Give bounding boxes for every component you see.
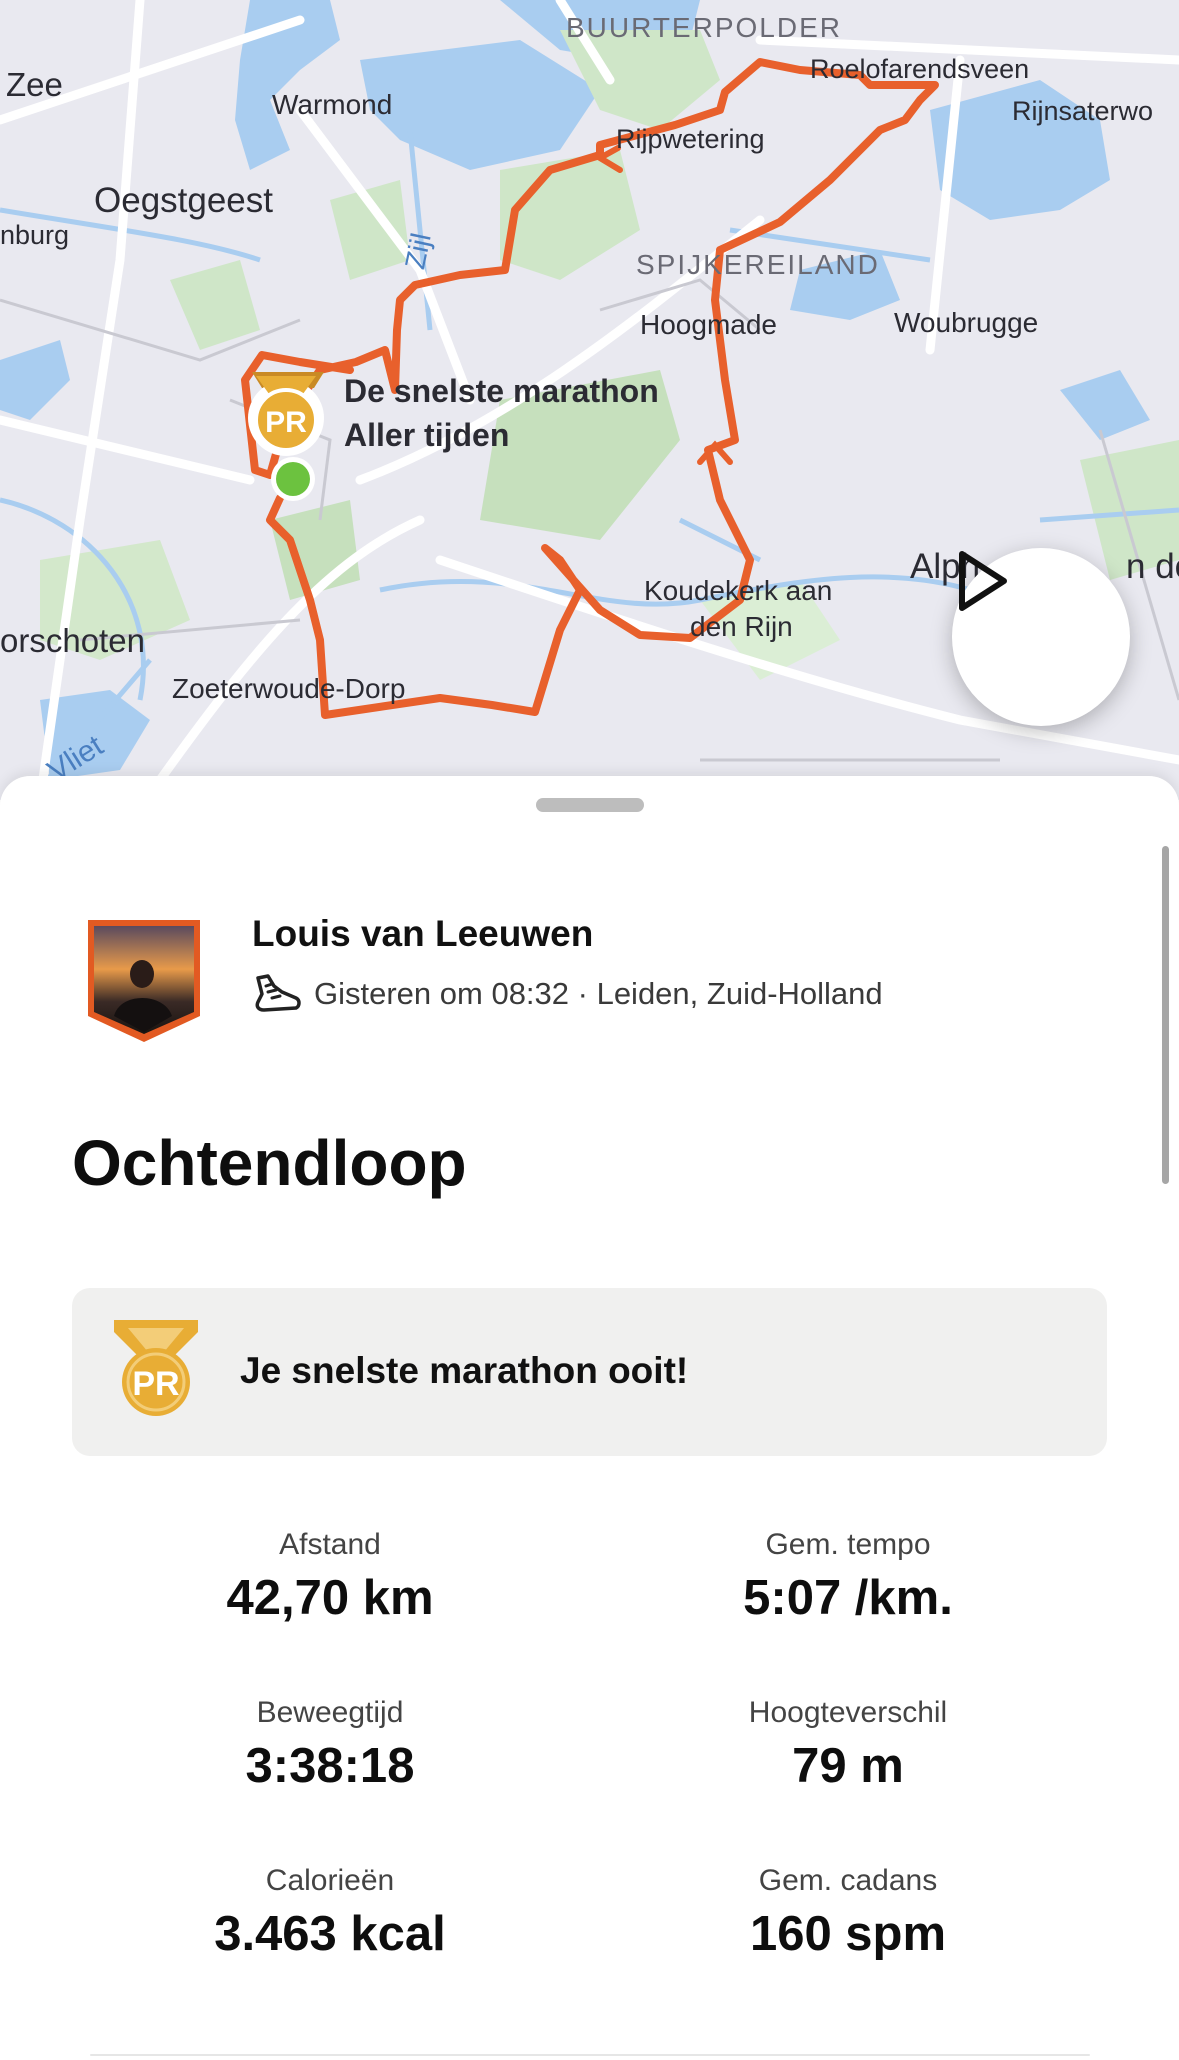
stat-value: 160 spm bbox=[749, 1907, 947, 1961]
activity-meta: Gisteren om 08:32 · Leiden, Zuid-Holland bbox=[252, 972, 883, 1016]
stat-label: Gem. cadans bbox=[758, 1864, 938, 1897]
map-label: BUURTERPOLDER bbox=[566, 12, 842, 43]
map-label: Zee bbox=[6, 66, 63, 103]
map-label: n de bbox=[1126, 547, 1179, 586]
map-label: Roelofarendsveen bbox=[810, 54, 1029, 84]
achievement-text: Je snelste marathon ooit! bbox=[240, 1350, 689, 1391]
stat-calories: Calorieën 3.463 kcal bbox=[70, 1864, 590, 1962]
stat-value: 3.463 kcal bbox=[214, 1907, 446, 1961]
map-label: Hoogmade bbox=[640, 309, 777, 340]
divider bbox=[90, 2054, 1090, 2056]
start-marker bbox=[276, 462, 310, 496]
stat-label: Gem. tempo bbox=[765, 1528, 931, 1561]
stat-cadence: Gem. cadans 160 spm bbox=[588, 1864, 1108, 1962]
map-label: den Rijn bbox=[690, 611, 793, 642]
stat-value: 3:38:18 bbox=[245, 1739, 415, 1793]
athlete-name[interactable]: Louis van Leeuwen bbox=[252, 913, 593, 955]
stat-label: Hoogteverschil bbox=[748, 1696, 948, 1729]
running-shoe-icon bbox=[255, 974, 301, 1012]
pr-segment-label: Aller tijden bbox=[344, 417, 509, 453]
activity-date-location: Gisteren om 08:32 · Leiden, Zuid-Holland bbox=[314, 976, 883, 1011]
stat-elevation: Hoogteverschil 79 m bbox=[588, 1696, 1108, 1794]
stat-label: Calorieën bbox=[265, 1864, 395, 1897]
map-label: Zoeterwoude-Dorp bbox=[172, 673, 405, 704]
play-flyby-button[interactable] bbox=[952, 548, 1130, 726]
sheet-drag-handle[interactable] bbox=[536, 798, 644, 812]
stat-label: Afstand bbox=[279, 1528, 381, 1561]
map-label: Rijpwetering bbox=[616, 124, 765, 154]
avatar[interactable] bbox=[84, 916, 204, 1046]
map-label: Warmond bbox=[272, 89, 392, 120]
stat-moving-time: Beweegtijd 3:38:18 bbox=[70, 1696, 590, 1794]
stat-value: 42,70 km bbox=[226, 1571, 434, 1625]
stat-avg-pace: Gem. tempo 5:07 /km. bbox=[588, 1528, 1108, 1626]
pr-segment-label: De snelste marathon bbox=[344, 373, 659, 409]
map-label: Rijnsaterwo bbox=[1012, 96, 1153, 126]
stat-distance: Afstand 42,70 km bbox=[70, 1528, 590, 1626]
stat-value: 5:07 /km. bbox=[743, 1571, 953, 1625]
map-label: Oegstgeest bbox=[94, 181, 273, 220]
map-label: Woubrugge bbox=[894, 307, 1038, 338]
pr-segment-marker[interactable]: PR bbox=[248, 372, 324, 456]
activity-title: Ochtendloop bbox=[72, 1127, 467, 1199]
route-map[interactable]: BUURTERPOLDER Zee Warmond Roelofarendsve… bbox=[0, 0, 1179, 800]
map-label: Koudekerk aan bbox=[644, 575, 832, 606]
pr-badge-text: PR bbox=[265, 406, 307, 439]
pr-medal-icon: PR bbox=[114, 1320, 198, 1416]
map-label: Zijl bbox=[399, 230, 437, 271]
map-label: orschoten bbox=[0, 622, 145, 659]
stat-value: 79 m bbox=[792, 1739, 904, 1793]
map-label: SPIJKEREILAND bbox=[636, 249, 880, 280]
pr-medal-text: PR bbox=[132, 1365, 179, 1403]
achievement-card[interactable]: PR Je snelste marathon ooit! bbox=[72, 1288, 1107, 1456]
play-icon bbox=[959, 551, 1007, 611]
stat-label: Beweegtijd bbox=[256, 1696, 404, 1729]
activity-sheet: Louis van Leeuwen Gisteren om 08:32 · Le… bbox=[0, 776, 1179, 2060]
scrollbar[interactable] bbox=[1162, 846, 1169, 1184]
map-label: nburg bbox=[0, 220, 69, 250]
